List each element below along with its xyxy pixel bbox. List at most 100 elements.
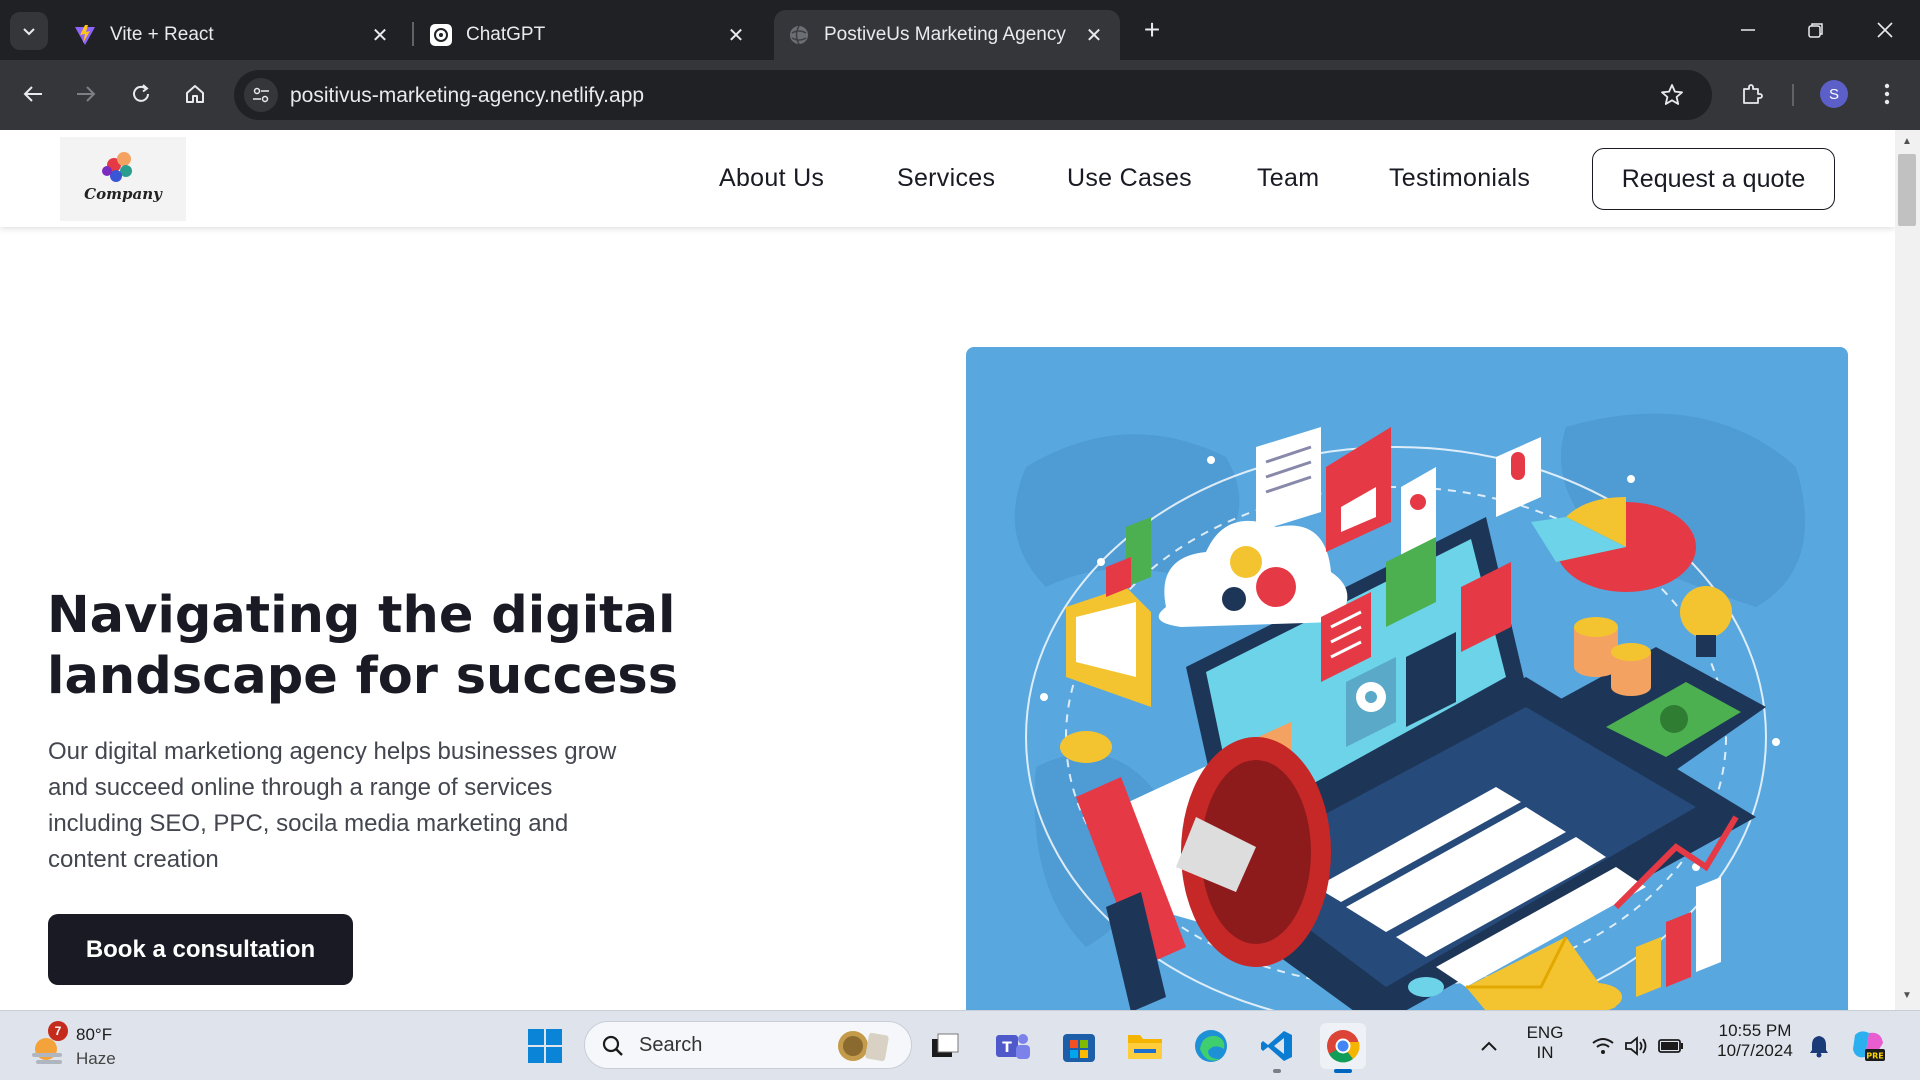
svg-text:Company: Company xyxy=(84,185,163,203)
chevron-up-icon xyxy=(1481,1041,1497,1051)
close-icon[interactable]: ✕ xyxy=(724,23,748,47)
company-logo[interactable]: Company xyxy=(60,137,186,221)
hero-description: Our digital marketiong agency helps busi… xyxy=(48,738,617,873)
restore-button[interactable] xyxy=(1793,10,1839,50)
copilot-button[interactable]: PRE xyxy=(1846,1023,1892,1069)
globe-icon xyxy=(788,24,810,46)
task-view-button[interactable] xyxy=(922,1023,968,1069)
close-icon xyxy=(1877,22,1893,38)
close-icon[interactable]: ✕ xyxy=(1082,23,1106,47)
close-icon[interactable]: ✕ xyxy=(368,23,392,47)
book-consultation-button[interactable]: Book a consultation xyxy=(48,914,353,985)
nav-use-cases[interactable]: Use Cases xyxy=(1067,164,1192,193)
site-info-button[interactable] xyxy=(244,78,278,112)
menu-button[interactable] xyxy=(1869,76,1905,112)
tab-positivus[interactable]: PostiveUs Marketing Agency ✕ xyxy=(774,10,1120,60)
chrome-button[interactable] xyxy=(1320,1023,1366,1069)
chrome-icon xyxy=(1327,1030,1360,1063)
tune-icon xyxy=(253,87,269,103)
weather-temperature: 80°F xyxy=(76,1025,113,1044)
microsoft-store-button[interactable] xyxy=(1056,1023,1102,1069)
toolbar-divider xyxy=(1792,84,1794,106)
search-highlight-icon xyxy=(838,1031,889,1062)
clock-time: 10:55 PM xyxy=(1718,1021,1792,1040)
request-quote-button[interactable]: Request a quote xyxy=(1592,148,1835,210)
tab-title: PostiveUs Marketing Agency xyxy=(824,24,1066,45)
volume-icon xyxy=(1625,1036,1647,1056)
address-bar[interactable]: positivus-marketing-agency.netlify.app xyxy=(234,70,1712,120)
hero-title: Navigating the digital landscape for suc… xyxy=(47,585,847,707)
clock[interactable]: 10:55 PM 10/7/2024 xyxy=(1700,1021,1810,1061)
close-window-button[interactable] xyxy=(1862,10,1908,50)
vite-logo-icon xyxy=(74,24,96,46)
tab-title: Vite + React xyxy=(110,24,214,45)
page-viewport: Company About Us Services Use Cases Team… xyxy=(0,130,1895,1010)
copilot-icon: PRE xyxy=(1853,1031,1885,1061)
arrow-left-icon xyxy=(23,86,42,102)
page-scrollbar[interactable] xyxy=(1895,130,1920,1010)
bell-icon xyxy=(1810,1036,1828,1058)
reload-icon xyxy=(133,84,149,102)
language-code: ENG xyxy=(1526,1023,1564,1042)
nav-testimonials[interactable]: Testimonials xyxy=(1389,164,1530,193)
scroll-down-arrow[interactable]: ▼ xyxy=(1900,990,1914,1004)
running-indicator xyxy=(1273,1069,1281,1073)
start-button[interactable] xyxy=(522,1023,568,1069)
store-icon xyxy=(1063,1034,1095,1062)
clock-date: 10/7/2024 xyxy=(1717,1041,1793,1060)
notifications-button[interactable] xyxy=(1796,1023,1842,1069)
new-tab-button[interactable]: + xyxy=(1136,14,1168,46)
folder-icon xyxy=(1128,1035,1162,1059)
notification-badge: 7 xyxy=(48,1021,68,1041)
vscode-button[interactable] xyxy=(1254,1023,1300,1069)
nav-team[interactable]: Team xyxy=(1257,164,1319,193)
minimize-icon xyxy=(1741,29,1755,31)
wifi-icon xyxy=(1592,1038,1614,1054)
active-app-indicator xyxy=(1334,1069,1352,1073)
svg-text:PRE: PRE xyxy=(1866,1052,1884,1061)
home-button[interactable] xyxy=(177,76,213,112)
tab-search-button[interactable] xyxy=(10,12,48,50)
windows-logo-icon xyxy=(528,1029,562,1063)
home-icon xyxy=(186,85,204,103)
bookmark-star-button[interactable] xyxy=(1654,77,1690,113)
back-button[interactable] xyxy=(15,76,51,112)
show-hidden-icons-button[interactable] xyxy=(1466,1023,1512,1069)
scroll-up-arrow[interactable]: ▲ xyxy=(1900,136,1914,150)
company-logo-image: Company xyxy=(84,152,163,203)
edge-icon xyxy=(1195,1030,1227,1062)
task-view-icon xyxy=(932,1033,959,1057)
browser-tab-strip: Vite + React ✕ ChatGPT ✕ PostiveUs Marke… xyxy=(0,0,1920,60)
more-vertical-icon xyxy=(1884,83,1890,105)
svg-text:T: T xyxy=(1002,1040,1012,1056)
tab-separator xyxy=(412,22,414,46)
teams-app-button[interactable]: T xyxy=(990,1023,1036,1069)
tab-vite-react[interactable]: Vite + React ✕ xyxy=(60,10,406,60)
tab-chatgpt[interactable]: ChatGPT ✕ xyxy=(416,10,762,60)
edge-browser-button[interactable] xyxy=(1188,1023,1234,1069)
browser-toolbar: positivus-marketing-agency.netlify.app S xyxy=(0,60,1920,130)
nav-services[interactable]: Services xyxy=(897,164,995,193)
hero-title-line: Navigating the digital xyxy=(47,586,676,645)
windows-taskbar: 7 80°F Haze Search T ENG IN 10:55 PM 10/… xyxy=(0,1010,1920,1080)
extensions-button[interactable] xyxy=(1734,76,1770,112)
taskbar-search[interactable]: Search xyxy=(584,1021,912,1069)
reload-button[interactable] xyxy=(123,76,159,112)
system-tray-status[interactable] xyxy=(1578,1023,1698,1069)
file-explorer-button[interactable] xyxy=(1122,1023,1168,1069)
search-label: Search xyxy=(639,1034,703,1056)
weather-condition: Haze xyxy=(76,1049,116,1068)
scrollbar-thumb[interactable] xyxy=(1898,154,1916,226)
puzzle-icon xyxy=(1743,84,1763,104)
site-header: Company About Us Services Use Cases Team… xyxy=(0,130,1895,227)
tab-title: ChatGPT xyxy=(466,24,546,45)
language-indicator[interactable]: ENG IN xyxy=(1520,1023,1570,1063)
nav-about-us[interactable]: About Us xyxy=(719,164,824,193)
url-text: positivus-marketing-agency.netlify.app xyxy=(290,84,645,107)
forward-button[interactable] xyxy=(68,76,104,112)
minimize-button[interactable] xyxy=(1725,10,1771,50)
weather-widget[interactable]: 7 80°F Haze xyxy=(28,1021,168,1069)
vscode-icon xyxy=(1261,1031,1292,1061)
arrow-right-icon xyxy=(77,86,96,102)
profile-avatar[interactable]: S xyxy=(1820,80,1848,108)
